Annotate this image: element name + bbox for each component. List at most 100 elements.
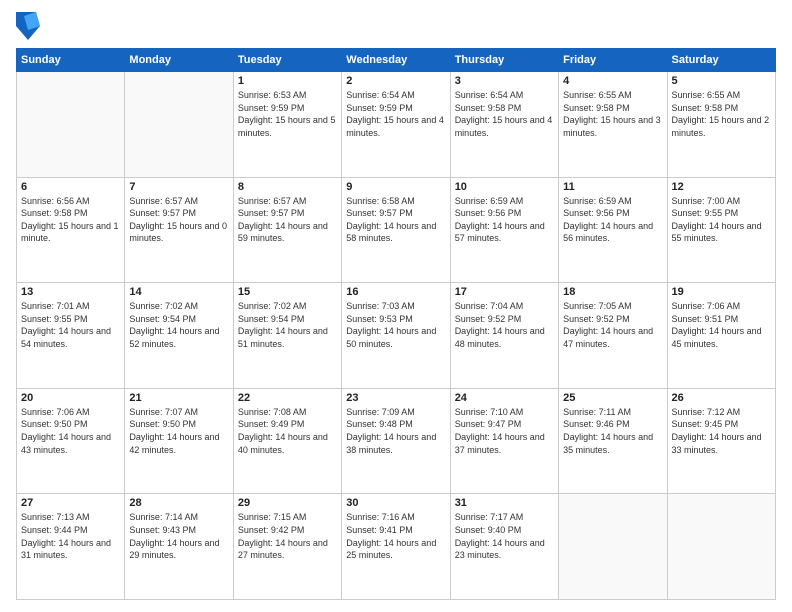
day-number: 27 xyxy=(21,497,120,509)
calendar-cell: 23 Sunrise: 7:09 AMSunset: 9:48 PMDayligh… xyxy=(342,388,450,494)
day-number: 10 xyxy=(455,181,554,193)
day-number: 13 xyxy=(21,286,120,298)
cell-content: Sunrise: 6:54 AMSunset: 9:58 PMDaylight:… xyxy=(455,89,554,139)
cell-content: Sunrise: 7:05 AMSunset: 9:52 PMDaylight:… xyxy=(563,300,662,350)
day-number: 3 xyxy=(455,75,554,87)
weekday-header-row: SundayMondayTuesdayWednesdayThursdayFrid… xyxy=(17,49,776,72)
cell-content: Sunrise: 6:57 AMSunset: 9:57 PMDaylight:… xyxy=(238,195,337,245)
calendar-cell: 12 Sunrise: 7:00 AMSunset: 9:55 PMDayligh… xyxy=(667,177,775,283)
day-number: 12 xyxy=(672,181,771,193)
cell-content: Sunrise: 6:57 AMSunset: 9:57 PMDaylight:… xyxy=(129,195,228,245)
weekday-header-friday: Friday xyxy=(559,49,667,72)
calendar-cell: 15 Sunrise: 7:02 AMSunset: 9:54 PMDayligh… xyxy=(233,283,341,389)
calendar-cell: 17 Sunrise: 7:04 AMSunset: 9:52 PMDayligh… xyxy=(450,283,558,389)
weekday-header-saturday: Saturday xyxy=(667,49,775,72)
cell-content: Sunrise: 7:03 AMSunset: 9:53 PMDaylight:… xyxy=(346,300,445,350)
weekday-header-thursday: Thursday xyxy=(450,49,558,72)
calendar-cell: 5 Sunrise: 6:55 AMSunset: 9:58 PMDaylight… xyxy=(667,72,775,178)
cell-content: Sunrise: 6:54 AMSunset: 9:59 PMDaylight:… xyxy=(346,89,445,139)
cell-content: Sunrise: 7:10 AMSunset: 9:47 PMDaylight:… xyxy=(455,406,554,456)
calendar-cell: 26 Sunrise: 7:12 AMSunset: 9:45 PMDayligh… xyxy=(667,388,775,494)
calendar-cell: 9 Sunrise: 6:58 AMSunset: 9:57 PMDaylight… xyxy=(342,177,450,283)
weekday-header-sunday: Sunday xyxy=(17,49,125,72)
weekday-header-wednesday: Wednesday xyxy=(342,49,450,72)
calendar-cell: 28Sunrise: 7:14 AMSunset: 9:43 PMDayligh… xyxy=(125,494,233,600)
day-number: 18 xyxy=(563,286,662,298)
day-number: 17 xyxy=(455,286,554,298)
day-number: 24 xyxy=(455,392,554,404)
day-number: 26 xyxy=(672,392,771,404)
cell-content: Sunrise: 7:02 AMSunset: 9:54 PMDaylight:… xyxy=(129,300,228,350)
cell-content: Sunrise: 7:04 AMSunset: 9:52 PMDaylight:… xyxy=(455,300,554,350)
day-number: 9 xyxy=(346,181,445,193)
calendar-cell: 30Sunrise: 7:16 AMSunset: 9:41 PMDayligh… xyxy=(342,494,450,600)
calendar-cell: 19 Sunrise: 7:06 AMSunset: 9:51 PMDayligh… xyxy=(667,283,775,389)
page: SundayMondayTuesdayWednesdayThursdayFrid… xyxy=(0,0,792,612)
day-number: 14 xyxy=(129,286,228,298)
day-number: 22 xyxy=(238,392,337,404)
calendar-cell: 21Sunrise: 7:07 AMSunset: 9:50 PMDayligh… xyxy=(125,388,233,494)
day-number: 7 xyxy=(129,181,228,193)
logo-icon xyxy=(16,12,40,40)
week-row-3: 13Sunrise: 7:01 AMSunset: 9:55 PMDayligh… xyxy=(17,283,776,389)
calendar-cell: 1Sunrise: 6:53 AMSunset: 9:59 PMDaylight… xyxy=(233,72,341,178)
calendar-cell: 22Sunrise: 7:08 AMSunset: 9:49 PMDayligh… xyxy=(233,388,341,494)
calendar-cell: 14 Sunrise: 7:02 AMSunset: 9:54 PMDayligh… xyxy=(125,283,233,389)
day-number: 29 xyxy=(238,497,337,509)
calendar-cell xyxy=(125,72,233,178)
calendar-cell: 8 Sunrise: 6:57 AMSunset: 9:57 PMDaylight… xyxy=(233,177,341,283)
cell-content: Sunrise: 7:07 AMSunset: 9:50 PMDaylight:… xyxy=(129,406,228,456)
calendar-cell: 11 Sunrise: 6:59 AMSunset: 9:56 PMDayligh… xyxy=(559,177,667,283)
day-number: 15 xyxy=(238,286,337,298)
cell-content: Sunrise: 7:02 AMSunset: 9:54 PMDaylight:… xyxy=(238,300,337,350)
cell-content: Sunrise: 7:13 AMSunset: 9:44 PMDaylight:… xyxy=(21,511,120,561)
calendar-cell: 31 Sunrise: 7:17 AMSunset: 9:40 PMDayligh… xyxy=(450,494,558,600)
day-number: 31 xyxy=(455,497,554,509)
calendar-cell: 4 Sunrise: 6:55 AMSunset: 9:58 PMDaylight… xyxy=(559,72,667,178)
calendar-cell: 29 Sunrise: 7:15 AMSunset: 9:42 PMDayligh… xyxy=(233,494,341,600)
day-number: 1 xyxy=(238,75,337,87)
cell-content: Sunrise: 6:55 AMSunset: 9:58 PMDaylight:… xyxy=(672,89,771,139)
day-number: 8 xyxy=(238,181,337,193)
cell-content: Sunrise: 7:11 AMSunset: 9:46 PMDaylight:… xyxy=(563,406,662,456)
cell-content: Sunrise: 6:56 AMSunset: 9:58 PMDaylight:… xyxy=(21,195,120,245)
calendar-cell: 25 Sunrise: 7:11 AMSunset: 9:46 PMDayligh… xyxy=(559,388,667,494)
day-number: 19 xyxy=(672,286,771,298)
day-number: 28 xyxy=(129,497,228,509)
calendar-cell: 7 Sunrise: 6:57 AMSunset: 9:57 PMDaylight… xyxy=(125,177,233,283)
calendar-cell: 27 Sunrise: 7:13 AMSunset: 9:44 PMDayligh… xyxy=(17,494,125,600)
calendar-table: SundayMondayTuesdayWednesdayThursdayFrid… xyxy=(16,48,776,600)
calendar-cell: 18 Sunrise: 7:05 AMSunset: 9:52 PMDayligh… xyxy=(559,283,667,389)
day-number: 11 xyxy=(563,181,662,193)
weekday-header-monday: Monday xyxy=(125,49,233,72)
week-row-5: 27 Sunrise: 7:13 AMSunset: 9:44 PMDayligh… xyxy=(17,494,776,600)
day-number: 4 xyxy=(563,75,662,87)
cell-content: Sunrise: 7:06 AMSunset: 9:50 PMDaylight:… xyxy=(21,406,120,456)
day-number: 30 xyxy=(346,497,445,509)
day-number: 5 xyxy=(672,75,771,87)
calendar-cell: 24 Sunrise: 7:10 AMSunset: 9:47 PMDayligh… xyxy=(450,388,558,494)
logo xyxy=(16,12,42,40)
calendar-cell: 6 Sunrise: 6:56 AMSunset: 9:58 PMDaylight… xyxy=(17,177,125,283)
calendar-cell xyxy=(667,494,775,600)
cell-content: Sunrise: 7:15 AMSunset: 9:42 PMDaylight:… xyxy=(238,511,337,561)
calendar-cell: 2Sunrise: 6:54 AMSunset: 9:59 PMDaylight… xyxy=(342,72,450,178)
cell-content: Sunrise: 7:06 AMSunset: 9:51 PMDaylight:… xyxy=(672,300,771,350)
cell-content: Sunrise: 7:12 AMSunset: 9:45 PMDaylight:… xyxy=(672,406,771,456)
day-number: 25 xyxy=(563,392,662,404)
cell-content: Sunrise: 6:59 AMSunset: 9:56 PMDaylight:… xyxy=(563,195,662,245)
calendar-cell: 10 Sunrise: 6:59 AMSunset: 9:56 PMDayligh… xyxy=(450,177,558,283)
calendar-cell: 20Sunrise: 7:06 AMSunset: 9:50 PMDayligh… xyxy=(17,388,125,494)
cell-content: Sunrise: 7:00 AMSunset: 9:55 PMDaylight:… xyxy=(672,195,771,245)
cell-content: Sunrise: 6:55 AMSunset: 9:58 PMDaylight:… xyxy=(563,89,662,139)
cell-content: Sunrise: 7:09 AMSunset: 9:48 PMDaylight:… xyxy=(346,406,445,456)
weekday-header-tuesday: Tuesday xyxy=(233,49,341,72)
day-number: 6 xyxy=(21,181,120,193)
cell-content: Sunrise: 7:17 AMSunset: 9:40 PMDaylight:… xyxy=(455,511,554,561)
week-row-4: 20Sunrise: 7:06 AMSunset: 9:50 PMDayligh… xyxy=(17,388,776,494)
day-number: 23 xyxy=(346,392,445,404)
cell-content: Sunrise: 6:59 AMSunset: 9:56 PMDaylight:… xyxy=(455,195,554,245)
day-number: 16 xyxy=(346,286,445,298)
cell-content: Sunrise: 6:58 AMSunset: 9:57 PMDaylight:… xyxy=(346,195,445,245)
week-row-1: 1Sunrise: 6:53 AMSunset: 9:59 PMDaylight… xyxy=(17,72,776,178)
